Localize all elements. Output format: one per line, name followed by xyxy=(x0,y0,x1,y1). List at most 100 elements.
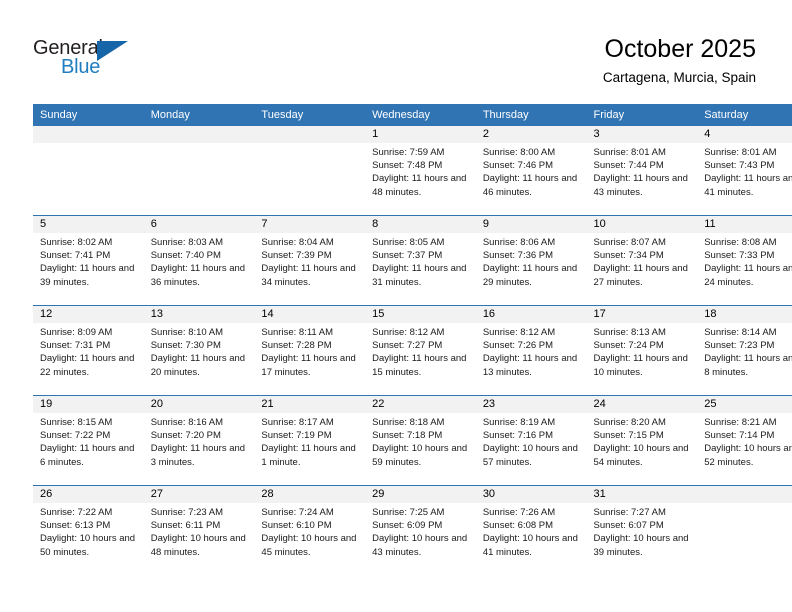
weekday-header-wednesday: Wednesday xyxy=(365,104,476,126)
general-blue-logo: General Blue xyxy=(33,37,153,83)
day-cell-details: Sunrise: 8:20 AM Sunset: 7:15 PM Daylight:… xyxy=(587,413,698,469)
calendar-day-cell[interactable]: 17 Sunrise: 8:13 AM Sunset: 7:24 PM Dayligh… xyxy=(586,305,698,396)
sunset-time: Sunset: 6:07 PM xyxy=(593,520,664,532)
calendar-day-cell[interactable]: 19 Sunrise: 8:15 AM Sunset: 7:22 PM Dayligh… xyxy=(33,395,144,486)
sunrise-time: Sunrise: 8:01 AM xyxy=(593,147,666,158)
day-cell-details: Sunrise: 8:18 AM Sunset: 7:18 PM Daylight:… xyxy=(365,413,476,469)
sunrise-time: Sunrise: 7:24 AM xyxy=(261,507,334,518)
day-cell-inner: 22 Sunrise: 8:18 AM Sunset: 7:18 PM Dayligh… xyxy=(365,396,476,485)
day-number: 3 xyxy=(586,126,698,143)
day-number: 26 xyxy=(33,486,144,503)
calendar-day-cell[interactable]: 11 Sunrise: 8:08 AM Sunset: 7:33 PM Dayligh… xyxy=(697,215,792,306)
calendar-day-cell[interactable]: 31 Sunrise: 7:27 AM Sunset: 6:07 PM Dayligh… xyxy=(586,485,698,575)
calendar-day-cell[interactable]: 24 Sunrise: 8:20 AM Sunset: 7:15 PM Dayligh… xyxy=(586,395,698,486)
daylight-duration: Daylight: 10 hours and 54 minutes. xyxy=(593,443,689,468)
sunset-time: Sunset: 7:20 PM xyxy=(150,430,221,442)
calendar-day-cell[interactable]: 8 Sunrise: 8:05 AM Sunset: 7:37 PM Daylight… xyxy=(365,215,476,306)
calendar-day-cell[interactable]: 7 Sunrise: 8:04 AM Sunset: 7:39 PM Daylight… xyxy=(254,215,366,306)
sunset-time: Sunset: 7:24 PM xyxy=(593,340,664,352)
daylight-duration: Daylight: 10 hours and 43 minutes. xyxy=(372,533,468,558)
day-number: 31 xyxy=(586,486,698,503)
daylight-duration: Daylight: 11 hours and 13 minutes. xyxy=(482,353,578,378)
calendar-day-cell[interactable]: 20 Sunrise: 8:16 AM Sunset: 7:20 PM Dayligh… xyxy=(143,395,255,486)
calendar-day-cell[interactable]: 10 Sunrise: 8:07 AM Sunset: 7:34 PM Dayligh… xyxy=(586,215,698,306)
sunrise-time: Sunrise: 7:23 AM xyxy=(150,507,224,518)
calendar-week-row: 26 Sunrise: 7:22 AM Sunset: 6:13 PM Dayligh… xyxy=(33,485,792,575)
day-cell-details: Sunrise: 8:16 AM Sunset: 7:20 PM Daylight:… xyxy=(144,413,255,469)
sunset-time: Sunset: 7:18 PM xyxy=(372,430,443,442)
calendar-day-cell[interactable]: 2 Sunrise: 8:00 AM Sunset: 7:46 PM Daylight… xyxy=(475,126,587,216)
sunrise-time: Sunrise: 8:03 AM xyxy=(150,237,224,248)
page-title: October 2025 xyxy=(604,35,757,63)
calendar-day-cell[interactable]: 15 Sunrise: 8:12 AM Sunset: 7:27 PM Dayligh… xyxy=(365,305,476,396)
sunset-time: Sunset: 7:41 PM xyxy=(40,250,111,262)
calendar-day-cell[interactable]: 5 Sunrise: 8:02 AM Sunset: 7:41 PM Daylight… xyxy=(33,215,144,306)
day-number: 10 xyxy=(586,216,698,233)
day-cell-inner: 20 Sunrise: 8:16 AM Sunset: 7:20 PM Dayligh… xyxy=(143,396,255,485)
day-cell-inner: 1 Sunrise: 7:59 AM Sunset: 7:48 PM Daylight… xyxy=(365,126,476,215)
daylight-duration: Daylight: 11 hours and 34 minutes. xyxy=(261,263,356,288)
calendar-day-cell[interactable]: 16 Sunrise: 8:12 AM Sunset: 7:26 PM Dayligh… xyxy=(475,305,587,396)
daylight-duration: Daylight: 11 hours and 48 minutes. xyxy=(372,173,467,198)
calendar-day-cell[interactable]: 23 Sunrise: 8:19 AM Sunset: 7:16 PM Dayligh… xyxy=(475,395,587,486)
calendar-week-row: 5 Sunrise: 8:02 AM Sunset: 7:41 PM Daylight… xyxy=(33,215,792,306)
calendar-day-cell[interactable]: 6 Sunrise: 8:03 AM Sunset: 7:40 PM Daylight… xyxy=(143,215,255,306)
calendar-day-cell[interactable]: 25 Sunrise: 8:21 AM Sunset: 7:14 PM Dayligh… xyxy=(697,395,792,486)
daylight-duration: Daylight: 11 hours and 22 minutes. xyxy=(40,353,135,378)
daylight-duration: Daylight: 11 hours and 10 minutes. xyxy=(593,353,688,378)
calendar-day-cell[interactable]: 1 Sunrise: 7:59 AM Sunset: 7:48 PM Daylight… xyxy=(365,126,476,216)
day-cell-details: Sunrise: 8:07 AM Sunset: 7:34 PM Daylight:… xyxy=(587,233,698,289)
daylight-duration: Daylight: 11 hours and 43 minutes. xyxy=(593,173,688,198)
calendar-day-cell[interactable]: 28 Sunrise: 7:24 AM Sunset: 6:10 PM Dayligh… xyxy=(254,485,366,575)
calendar-day-cell[interactable]: 30 Sunrise: 7:26 AM Sunset: 6:08 PM Dayligh… xyxy=(475,485,587,575)
day-cell-inner: 19 Sunrise: 8:15 AM Sunset: 7:22 PM Dayligh… xyxy=(33,396,144,485)
day-cell-inner xyxy=(697,486,792,575)
day-cell-details: Sunrise: 8:12 AM Sunset: 7:26 PM Daylight:… xyxy=(476,323,587,379)
sunset-time: Sunset: 6:11 PM xyxy=(150,520,221,532)
sunset-time: Sunset: 7:16 PM xyxy=(482,430,554,442)
sunset-time: Sunset: 7:31 PM xyxy=(40,340,111,352)
daylight-duration: Daylight: 11 hours and 46 minutes. xyxy=(482,173,578,198)
sunrise-time: Sunrise: 8:04 AM xyxy=(261,237,334,248)
daylight-duration: Daylight: 10 hours and 57 minutes. xyxy=(482,443,578,468)
daylight-duration: Daylight: 11 hours and 31 minutes. xyxy=(372,263,467,288)
calendar-day-cell[interactable]: 14 Sunrise: 8:11 AM Sunset: 7:28 PM Dayligh… xyxy=(254,305,366,396)
day-cell-inner: 29 Sunrise: 7:25 AM Sunset: 6:09 PM Dayligh… xyxy=(365,486,476,575)
day-number xyxy=(254,126,366,143)
day-number: 16 xyxy=(475,306,587,323)
daylight-duration: Daylight: 11 hours and 29 minutes. xyxy=(482,263,578,288)
calendar-day-cell-empty xyxy=(143,126,255,216)
calendar-day-cell[interactable]: 18 Sunrise: 8:14 AM Sunset: 7:23 PM Dayligh… xyxy=(697,305,792,396)
page-header: General Blue October 2025 Cartagena, Mur… xyxy=(0,0,792,100)
sunset-time: Sunset: 7:19 PM xyxy=(261,430,332,442)
daylight-duration: Daylight: 11 hours and 15 minutes. xyxy=(372,353,467,378)
day-cell-details: Sunrise: 7:59 AM Sunset: 7:48 PM Daylight:… xyxy=(365,143,476,199)
calendar-day-cell[interactable]: 26 Sunrise: 7:22 AM Sunset: 6:13 PM Dayligh… xyxy=(33,485,144,575)
sunrise-time: Sunrise: 8:17 AM xyxy=(261,417,334,428)
calendar-day-cell[interactable]: 27 Sunrise: 7:23 AM Sunset: 6:11 PM Dayligh… xyxy=(143,485,255,575)
daylight-duration: Daylight: 10 hours and 59 minutes. xyxy=(372,443,468,468)
day-number: 20 xyxy=(143,396,255,413)
day-cell-inner: 5 Sunrise: 8:02 AM Sunset: 7:41 PM Daylight… xyxy=(33,216,144,305)
title-block: October 2025 Cartagena, Murcia, Spain xyxy=(603,34,756,88)
sunset-time: Sunset: 7:36 PM xyxy=(482,250,554,262)
day-cell-inner: 11 Sunrise: 8:08 AM Sunset: 7:33 PM Dayligh… xyxy=(697,216,792,305)
sunrise-time: Sunrise: 8:10 AM xyxy=(150,327,224,338)
calendar-day-cell[interactable]: 3 Sunrise: 8:01 AM Sunset: 7:44 PM Daylight… xyxy=(586,126,698,216)
calendar-day-cell[interactable]: 29 Sunrise: 7:25 AM Sunset: 6:09 PM Dayligh… xyxy=(365,485,476,575)
calendar-day-cell[interactable]: 21 Sunrise: 8:17 AM Sunset: 7:19 PM Dayligh… xyxy=(254,395,366,486)
sunset-time: Sunset: 6:09 PM xyxy=(372,520,443,532)
day-cell-inner: 23 Sunrise: 8:19 AM Sunset: 7:16 PM Dayligh… xyxy=(475,396,587,485)
sunrise-time: Sunrise: 8:07 AM xyxy=(593,237,666,248)
day-cell-inner xyxy=(254,126,366,215)
day-number: 30 xyxy=(475,486,587,503)
calendar-day-cell[interactable]: 13 Sunrise: 8:10 AM Sunset: 7:30 PM Dayligh… xyxy=(143,305,255,396)
calendar-day-cell[interactable]: 4 Sunrise: 8:01 AM Sunset: 7:43 PM Daylight… xyxy=(697,126,792,216)
day-number: 5 xyxy=(33,216,144,233)
day-number: 18 xyxy=(697,306,792,323)
calendar-day-cell[interactable]: 12 Sunrise: 8:09 AM Sunset: 7:31 PM Dayligh… xyxy=(33,305,144,396)
calendar-day-cell[interactable]: 22 Sunrise: 8:18 AM Sunset: 7:18 PM Dayligh… xyxy=(365,395,476,486)
day-cell-inner: 28 Sunrise: 7:24 AM Sunset: 6:10 PM Dayligh… xyxy=(254,486,366,575)
calendar-day-cell[interactable]: 9 Sunrise: 8:06 AM Sunset: 7:36 PM Daylight… xyxy=(475,215,587,306)
day-number: 25 xyxy=(697,396,792,413)
